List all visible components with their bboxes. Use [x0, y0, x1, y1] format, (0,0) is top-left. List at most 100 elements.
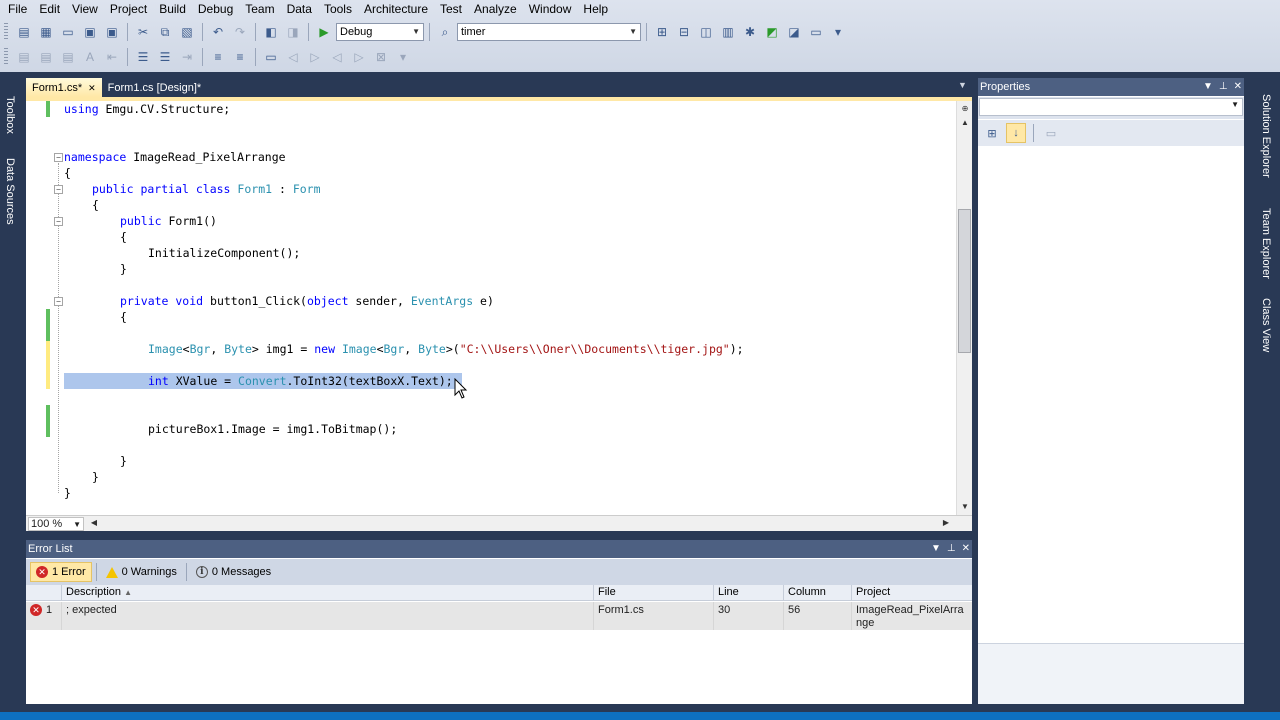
table-row[interactable]: ✕ 1 ; expected Form1.cs 30 56 ImageRead_… — [26, 602, 972, 630]
close-icon[interactable]: ✕ — [1234, 78, 1242, 96]
save-all-icon[interactable]: ▣ — [102, 22, 122, 42]
toolbar-grip[interactable] — [4, 23, 8, 41]
comment-out-icon[interactable]: ☰ — [133, 47, 153, 67]
active-files-dropdown-icon[interactable]: ▼ — [958, 80, 967, 90]
navigate-forward-icon[interactable]: ◨ — [283, 22, 303, 42]
scroll-up-icon[interactable]: ▲ — [957, 115, 973, 131]
column-header-line[interactable]: Line — [714, 585, 784, 601]
close-icon[interactable]: ✕ — [962, 540, 970, 558]
redo-icon[interactable]: ↷ — [230, 22, 250, 42]
properties-object-field[interactable]: ▼ — [979, 98, 1243, 116]
find-combo[interactable]: timer ▼ — [457, 23, 641, 41]
cut-icon[interactable]: ✂ — [133, 22, 153, 42]
menu-build[interactable]: Build — [153, 0, 192, 18]
tab-form1-cs[interactable]: Form1.cs* ✕ — [26, 78, 102, 97]
collapse-class-icon[interactable]: − — [54, 185, 63, 194]
column-header-column[interactable]: Column — [784, 585, 852, 601]
toggle-bookmark-icon[interactable]: ▭ — [261, 47, 281, 67]
decrease-indent-icon[interactable]: ⇤ — [102, 47, 122, 67]
warnings-filter-button[interactable]: 0 Warnings — [101, 562, 182, 582]
property-pages-icon[interactable]: ▭ — [1041, 123, 1061, 143]
menu-project[interactable]: Project — [104, 0, 153, 18]
uncomment-selection-icon[interactable]: ≡ — [230, 47, 250, 67]
tools-icon[interactable]: ✱ — [740, 22, 760, 42]
tab-form1-design[interactable]: Form1.cs [Design]* — [102, 78, 208, 97]
solution-explorer-icon[interactable]: ⊞ — [652, 22, 672, 42]
display-parameter-info-icon[interactable]: ▤ — [36, 47, 56, 67]
menu-team[interactable]: Team — [239, 0, 280, 18]
copy-icon[interactable]: ⧉ — [155, 22, 175, 42]
open-folder-icon[interactable]: ▭ — [58, 22, 78, 42]
data-sources-tab[interactable]: Data Sources — [2, 158, 18, 225]
menu-data[interactable]: Data — [281, 0, 318, 18]
extension-manager-icon[interactable]: ◪ — [784, 22, 804, 42]
collapse-namespace-icon[interactable]: − — [54, 153, 63, 162]
start-debugging-icon[interactable]: ▶ — [314, 22, 334, 42]
new-project-icon[interactable]: ▤ — [14, 22, 34, 42]
class-view-tab[interactable]: Class View — [1258, 298, 1272, 352]
object-browser-icon[interactable]: ◫ — [696, 22, 716, 42]
menu-view[interactable]: View — [66, 0, 104, 18]
menu-architecture[interactable]: Architecture — [358, 0, 434, 18]
solution-configuration-select[interactable]: Debug ▼ — [336, 23, 424, 41]
display-word-completion-icon[interactable]: A — [80, 47, 100, 67]
menu-test[interactable]: Test — [434, 0, 468, 18]
display-object-member-list-icon[interactable]: ▤ — [14, 47, 34, 67]
toolbar-options-icon[interactable]: ▾ — [828, 22, 848, 42]
code-editor[interactable]: − − − − using Emgu.CV.Structure; namespa… — [26, 97, 972, 531]
pin-icon[interactable]: ⊥ — [1219, 78, 1228, 96]
menu-debug[interactable]: Debug — [192, 0, 239, 18]
start-page-icon[interactable]: ◩ — [762, 22, 782, 42]
properties-window-icon[interactable]: ⊟ — [674, 22, 694, 42]
menu-tools[interactable]: Tools — [318, 0, 358, 18]
alphabetical-icon[interactable]: ↓ — [1006, 123, 1026, 143]
scroll-down-icon[interactable]: ▼ — [957, 499, 973, 515]
column-header-file[interactable]: File — [594, 585, 714, 601]
navigate-backward-icon[interactable]: ◧ — [261, 22, 281, 42]
find-in-files-icon[interactable]: ⌕ — [435, 22, 455, 42]
command-window-icon[interactable]: ▭ — [806, 22, 826, 42]
toolbox-tab[interactable]: Toolbox — [2, 96, 18, 134]
collapse-constructor-icon[interactable]: − — [54, 217, 63, 226]
toolbar-options-icon[interactable]: ▾ — [393, 47, 413, 67]
undo-icon[interactable]: ↶ — [208, 22, 228, 42]
collapse-method-icon[interactable]: − — [54, 297, 63, 306]
toolbox-icon[interactable]: ▥ — [718, 22, 738, 42]
window-position-icon[interactable]: ▼ — [931, 540, 941, 558]
menu-analyze[interactable]: Analyze — [468, 0, 523, 18]
menu-help[interactable]: Help — [577, 0, 614, 18]
menu-file[interactable]: File — [2, 0, 33, 18]
properties-object-select[interactable]: ▼ — [978, 97, 1244, 119]
display-quick-info-icon[interactable]: ▤ — [58, 47, 78, 67]
close-icon[interactable]: ✕ — [88, 79, 96, 97]
column-header-icon[interactable] — [26, 585, 62, 601]
pin-icon[interactable]: ⊥ — [947, 540, 956, 558]
solution-explorer-tab[interactable]: Solution Explorer — [1258, 94, 1272, 178]
toolbar-grip[interactable] — [4, 48, 8, 66]
menu-window[interactable]: Window — [523, 0, 578, 18]
editor-vertical-scrollbar[interactable]: ⊕ ▲ ▼ — [956, 101, 972, 515]
scroll-thumb[interactable] — [958, 209, 971, 353]
zoom-select[interactable]: 100 % ▼ — [28, 517, 84, 531]
menu-edit[interactable]: Edit — [33, 0, 66, 18]
uncomment-icon[interactable]: ☰ — [155, 47, 175, 67]
paste-icon[interactable]: ▧ — [177, 22, 197, 42]
errors-filter-button[interactable]: ✕ 1 Error — [30, 562, 92, 582]
save-icon[interactable]: ▣ — [80, 22, 100, 42]
add-item-icon[interactable]: ▦ — [36, 22, 56, 42]
previous-bookmark-folder-icon[interactable]: ◁ — [327, 47, 347, 67]
previous-bookmark-icon[interactable]: ◁ — [283, 47, 303, 67]
column-header-project[interactable]: Project — [852, 585, 972, 601]
categorized-icon[interactable]: ⊞ — [982, 123, 1002, 143]
next-bookmark-icon[interactable]: ▷ — [305, 47, 325, 67]
scroll-right-icon[interactable]: ▶ — [938, 516, 954, 530]
team-explorer-tab[interactable]: Team Explorer — [1258, 208, 1272, 279]
scroll-left-icon[interactable]: ◀ — [86, 516, 102, 530]
clear-bookmarks-icon[interactable]: ⊠ — [371, 47, 391, 67]
next-bookmark-folder-icon[interactable]: ▷ — [349, 47, 369, 67]
increase-indent-icon[interactable]: ⇥ — [177, 47, 197, 67]
messages-filter-button[interactable]: i 0 Messages — [191, 562, 276, 582]
window-position-icon[interactable]: ▼ — [1203, 78, 1213, 96]
comment-selection-icon[interactable]: ≡ — [208, 47, 228, 67]
column-header-description[interactable]: Description ▲ — [62, 585, 594, 601]
